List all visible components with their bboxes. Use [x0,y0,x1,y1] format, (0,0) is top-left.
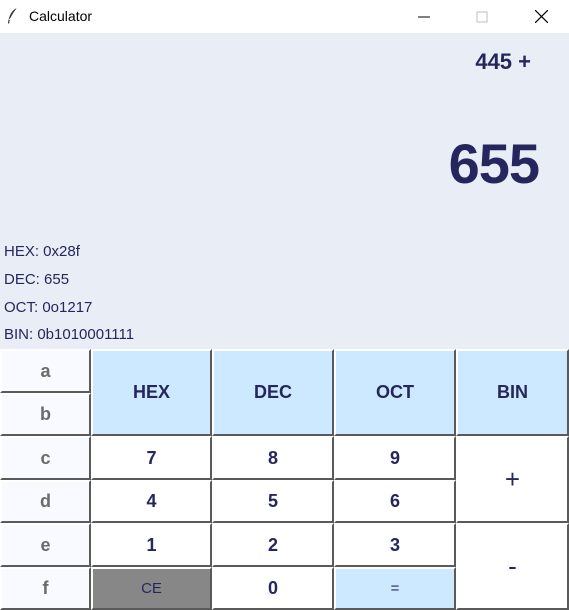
maximize-button[interactable] [459,0,505,33]
key-1[interactable]: 1 [91,523,212,567]
key-0[interactable]: 0 [212,567,334,610]
hex-base-button[interactable]: HEX [91,349,212,436]
oct-base-button[interactable]: OCT [334,349,456,436]
key-f[interactable]: f [0,567,91,610]
expression-label: 445 + [475,49,531,74]
key-4[interactable]: 4 [91,480,212,523]
bin-conversion-label: BIN: 0b1010001111 [4,326,135,343]
clear-entry-button[interactable]: CE [91,567,212,610]
key-8[interactable]: 8 [212,436,334,480]
key-d[interactable]: d [0,480,91,523]
dec-base-button[interactable]: DEC [212,349,334,436]
keypad: a b c d e f HEX DEC OCT BIN 7 8 9 4 5 6 … [0,349,569,610]
plus-button[interactable]: + [456,436,569,523]
minimize-icon [418,16,430,17]
key-b[interactable]: b [0,393,91,436]
oct-conversion-label: OCT: 0o1217 [4,299,93,316]
calculator-display: 445 + 655 HEX: 0x28f DEC: 655 OCT: 0o121… [0,33,569,349]
key-a[interactable]: a [0,349,91,393]
window-title: Calculator [29,8,93,24]
title-bar: Calculator [0,0,569,33]
key-7[interactable]: 7 [91,436,212,480]
key-6[interactable]: 6 [334,480,456,523]
dec-conversion-label: DEC: 655 [4,271,70,288]
close-button[interactable] [518,0,564,33]
minus-button[interactable]: - [456,523,569,610]
bin-base-button[interactable]: BIN [456,349,569,436]
minimize-button[interactable] [401,0,447,33]
maximize-icon [476,11,488,22]
equals-button[interactable]: = [334,567,456,610]
close-icon [534,10,548,23]
result-label: 655 [448,132,540,195]
feather-icon [8,7,18,24]
hex-conversion-label: HEX: 0x28f [4,243,80,260]
key-3[interactable]: 3 [334,523,456,567]
key-e[interactable]: e [0,523,91,567]
key-9[interactable]: 9 [334,436,456,480]
key-c[interactable]: c [0,436,91,480]
key-2[interactable]: 2 [212,523,334,567]
key-5[interactable]: 5 [212,480,334,523]
